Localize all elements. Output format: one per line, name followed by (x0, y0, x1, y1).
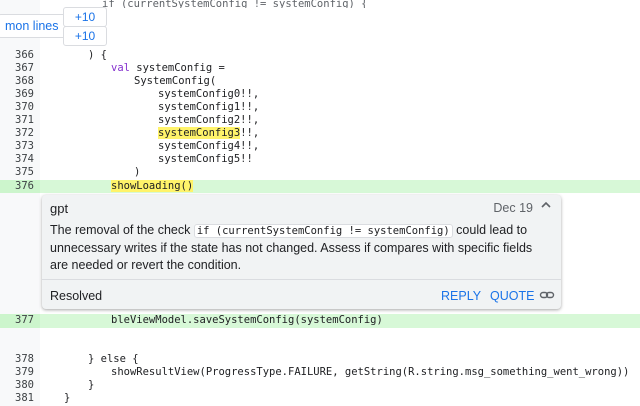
line-number: 379 (15, 366, 34, 378)
line-number: 372 (15, 127, 34, 139)
quote-button[interactable]: QUOTE (490, 289, 534, 303)
added-code-line: 376 showLoading() (0, 180, 640, 193)
code-text: !!, (240, 127, 260, 139)
code-line: 368 SystemConfig( (0, 75, 640, 88)
code-text: ) { (88, 49, 107, 61)
code-line: 367 val systemConfig = (0, 62, 640, 75)
highlighted-token: showLoading() (111, 180, 194, 192)
code-text: ) (134, 166, 141, 178)
line-number: 366 (15, 49, 34, 61)
code-line: 366 ) { (0, 49, 640, 62)
resolved-status: Resolved (50, 289, 103, 303)
comment-text: The removal of the check (50, 223, 194, 237)
line-number: 371 (15, 114, 34, 126)
code-text: } (64, 392, 71, 404)
line-number: 381 (15, 392, 34, 404)
keyword: val (111, 62, 130, 74)
code-text: systemConfig = (129, 62, 225, 74)
added-code-line: 377 bleViewModel.saveSystemConfig(system… (0, 314, 640, 328)
code-text: systemConfig4!!, (158, 140, 260, 152)
divider (42, 279, 561, 280)
line-number: 374 (15, 153, 34, 165)
code-text: SystemConfig( (134, 75, 217, 87)
code-text: showResultView(ProgressType.FAILURE, get… (111, 366, 630, 378)
code-text: } (88, 379, 95, 391)
line-number: 369 (15, 88, 34, 100)
expand-below-button[interactable]: +10 (63, 26, 107, 46)
comment-author: gpt (50, 201, 69, 216)
line-number: 373 (15, 140, 34, 152)
highlighted-token: systemConfig3 (158, 127, 241, 139)
code-line: 370 systemConfig1!!, (0, 101, 640, 114)
code-line: 369 systemConfig0!!, (0, 88, 640, 101)
code-text: systemConfig0!!, (158, 88, 260, 100)
line-number: 370 (15, 101, 34, 113)
chevron-up-icon[interactable] (539, 198, 553, 215)
line-number: 368 (15, 75, 34, 87)
clipped-code-line: if (currentSystemConfig != systemConfig)… (40, 0, 640, 8)
comment-inline-code: if (currentSystemConfig != systemConfig) (193, 224, 453, 238)
link-icon[interactable] (539, 287, 555, 308)
line-number: 377 (15, 314, 34, 326)
code-line: 375 ) (0, 166, 640, 179)
line-number: 380 (15, 379, 34, 391)
comment-date: Dec 19 (493, 201, 533, 215)
common-lines-button[interactable]: mon lines (0, 14, 66, 38)
code-text: systemConfig1!!, (158, 101, 260, 113)
code-text: systemConfig5!! (158, 153, 253, 165)
expand-above-button[interactable]: +10 (63, 7, 107, 27)
line-number: 375 (15, 166, 34, 178)
comment-message: The removal of the check if (currentSyst… (50, 222, 540, 274)
code-text: bleViewModel.saveSystemConfig(systemConf… (111, 314, 383, 326)
code-line: 372 systemConfig3!!, (0, 127, 640, 140)
code-line: 373 systemConfig4!!, (0, 140, 640, 153)
line-number: 367 (15, 62, 34, 74)
code-line: 378 } else { (0, 353, 640, 366)
code-line: 374 systemConfig5!! (0, 153, 640, 166)
code-line: 381 } (0, 392, 640, 405)
code-text: } else { (88, 353, 139, 365)
review-comment-card: gpt Dec 19 The removal of the check if (… (42, 195, 561, 309)
code-line: 379 showResultView(ProgressType.FAILURE,… (0, 366, 640, 379)
code-line: 380 } (0, 379, 640, 392)
line-number: 378 (15, 353, 34, 365)
code-text: systemConfig2!!, (158, 114, 260, 126)
line-number: 376 (15, 180, 34, 192)
code-line: 371 systemConfig2!!, (0, 114, 640, 127)
reply-button[interactable]: REPLY (441, 289, 481, 303)
